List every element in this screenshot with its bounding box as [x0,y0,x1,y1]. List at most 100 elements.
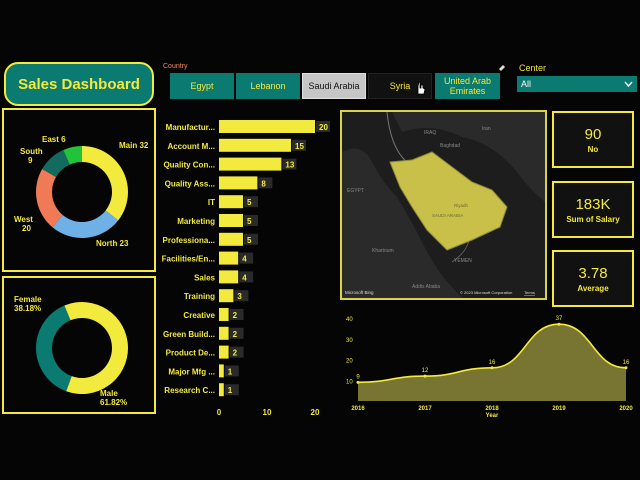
country-button-uae[interactable]: United Arab Emirates [435,73,500,99]
bar-x-tick: 0 [217,408,222,417]
eraser-icon[interactable] [498,63,506,71]
bar-category-label: Manufactur... [166,123,215,132]
bar-2[interactable] [219,138,291,152]
map-panel[interactable]: EGYPT Baghdad Iran IRAQ SAUDI ARABIA Riy… [340,110,547,300]
bar-category-label: Quality Con... [163,161,215,170]
department-bar-panel: Manufactur... 20 Account M... 15 Quality Con… [158,108,338,418]
area-point-2019[interactable] [557,322,561,326]
bar-9[interactable] [219,270,239,284]
bar-11[interactable] [219,308,229,321]
bar-3[interactable] [219,157,282,171]
bar-value-label: 1 [228,386,233,395]
region-label-north: North 23 [96,239,129,248]
area-value-label: 12 [422,368,429,374]
country-button-lebanon[interactable]: Lebanon [236,73,300,99]
region-map[interactable]: EGYPT Baghdad Iran IRAQ SAUDI ARABIA Riy… [342,112,545,298]
bar-value-label: 5 [247,217,252,226]
center-dropdown-value: All [521,79,532,89]
bar-value-label: 4 [242,255,247,264]
region-slice-north[interactable] [52,210,119,238]
region-label-main: Main 32 [119,141,149,150]
region-donut-panel: Main 32 North 23 West 20 South 9 East 6 [2,108,156,272]
bar-value-label: 20 [319,123,328,132]
gender-slice-female[interactable] [36,305,72,392]
map-label-addis-ababa: Addis Ababa [412,284,440,290]
country-button-saudi-arabia[interactable]: Saudi Arabia [302,73,366,99]
bar-15[interactable] [219,383,224,397]
gender-slice-male[interactable] [64,302,128,394]
year-area-panel: 10 20 30 40 9 2016 12 2017 16 2018 37 2019 16 2020 Yea… [338,308,636,420]
area-value-label: 16 [623,360,630,366]
area-x-tick: 2018 [485,406,499,412]
area-value-label: 37 [556,316,563,322]
gender-label-female: Female 38.18% [14,295,42,313]
bar-category-label: IT [208,198,215,207]
bar-category-label: Professiona... [163,236,215,245]
bar-category-label: Quality Ass... [165,179,215,188]
area-point-2020[interactable] [624,366,628,370]
year-area-chart: 10 20 30 40 9 2016 12 2017 16 2018 37 2019 16 2020 Yea… [346,316,633,419]
kpi-card-average: 3.78 Average [552,250,634,307]
area-x-tick: 2019 [552,406,566,412]
bar-5[interactable] [219,195,243,209]
map-label-iraq: IRAQ [424,130,436,136]
region-slice-main[interactable] [82,146,128,221]
bar-value-label: 2 [233,349,238,358]
dashboard-title: Sales Dashboard [4,62,154,106]
bar-4[interactable] [219,176,258,190]
bar-value-label: 13 [285,161,294,170]
kpi-salary-value: 183K [575,195,611,213]
area-y-tick: 20 [346,359,353,365]
country-button-egypt[interactable]: Egypt [170,73,234,99]
map-terms-link[interactable]: Terms [524,290,535,295]
kpi-average-label: Average [577,283,609,293]
bar-10[interactable] [219,289,234,303]
bar-value-label: 5 [247,236,252,245]
map-brand: Microsoft Bing [345,290,374,295]
center-dropdown[interactable]: All [517,76,637,92]
map-label-saudi-arabia: SAUDI ARABIA [432,213,463,218]
bar-value-label: 15 [295,142,304,151]
map-label-riyadh: Riyadh [454,203,469,208]
bar-1[interactable] [219,120,315,133]
kpi-salary-label: Sum of Salary [566,214,620,224]
region-donut-chart: Main 32 North 23 West 20 South 9 East 6 [14,135,149,248]
area-point-2018[interactable] [490,366,494,370]
area-x-tick: 2016 [351,406,365,412]
gender-label-male: Male 61.82% [100,389,127,407]
map-label-egypt: EGYPT [347,188,364,194]
bar-8[interactable] [219,251,239,265]
area-y-tick: 30 [346,338,353,344]
bar-13[interactable] [219,345,229,359]
bar-category-label: Training [184,292,215,301]
map-label-khartoum: Khartoum [372,248,394,254]
bar-7[interactable] [219,232,243,246]
region-label-south: South 9 [20,147,43,165]
region-label-west: West 20 [14,215,33,233]
bar-x-tick: 20 [311,408,320,417]
bar-category-label: Account M... [167,142,215,151]
kpi-card-count: 90 No [552,111,634,168]
area-value-label: 16 [489,360,496,366]
gender-donut-chart: Female 38.18% Male 61.82% [14,295,128,407]
center-filter-label: Center [519,63,547,73]
bar-category-label: Facilities/En... [162,255,215,264]
bar-14[interactable] [219,364,224,378]
region-slice-west[interactable] [36,169,63,228]
area-x-axis-label: Year [486,413,499,419]
area-point-2017[interactable] [423,374,427,378]
kpi-count-label: No [587,144,599,154]
bar-category-label: Product De... [166,349,215,358]
bar-category-label: Sales [194,273,215,282]
bar-12[interactable] [219,326,229,340]
area-point-2016[interactable] [356,380,360,384]
bar-category-label: Major Mfg ... [168,367,215,376]
bar-value-label: 1 [228,367,233,376]
area-y-tick: 10 [346,379,353,385]
country-filter-label: Country [163,63,188,70]
bar-value-label: 2 [233,311,238,320]
bar-6[interactable] [219,214,243,227]
mouse-cursor-icon [417,81,426,95]
map-copyright: © 2023 Microsoft Corporation [460,290,512,295]
bar-category-label: Creative [183,311,215,320]
